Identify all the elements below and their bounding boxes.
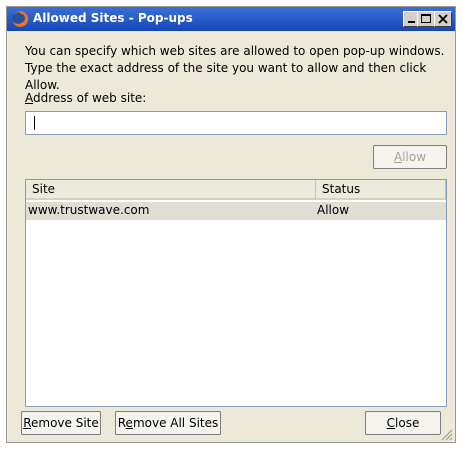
maximize-button[interactable] bbox=[417, 11, 435, 27]
remove-all-prefix: R bbox=[117, 416, 126, 430]
column-header-site[interactable]: Site bbox=[26, 180, 316, 200]
close-icon bbox=[438, 14, 448, 24]
resize-grip-icon[interactable] bbox=[441, 429, 453, 444]
table-row[interactable]: www.trustwave.com Allow bbox=[26, 202, 446, 220]
allowed-sites-dialog: Allowed Sites - Pop-ups You can specify … bbox=[6, 6, 456, 443]
allow-mnemonic: A bbox=[393, 150, 403, 164]
allow-button[interactable]: Allow bbox=[373, 145, 447, 169]
address-input[interactable] bbox=[25, 111, 447, 135]
title-bar[interactable]: Allowed Sites - Pop-ups bbox=[7, 7, 455, 31]
description-text: You can specify which web sites are allo… bbox=[25, 44, 445, 92]
close-button[interactable]: Close bbox=[365, 411, 441, 435]
window-title: Allowed Sites - Pop-ups bbox=[33, 11, 193, 25]
close-mnemonic: C bbox=[386, 416, 396, 430]
remove-all-sites-button[interactable]: Remove All Sites bbox=[115, 411, 221, 435]
address-label: Address of web site: bbox=[25, 91, 146, 105]
close-label: lose bbox=[395, 416, 420, 430]
sites-table[interactable]: Site Status www.trustwave.com Allow bbox=[25, 179, 447, 407]
allow-label: llow bbox=[402, 150, 427, 164]
column-header-status[interactable]: Status bbox=[316, 180, 446, 200]
site-cell: www.trustwave.com bbox=[28, 203, 150, 217]
maximize-icon bbox=[421, 14, 431, 23]
remove-site-button[interactable]: Remove Site bbox=[21, 411, 101, 435]
remove-all-mnemonic: e bbox=[125, 416, 133, 430]
address-label-mnemonic: A bbox=[25, 91, 33, 105]
remove-site-mnemonic: R bbox=[23, 416, 32, 430]
remove-site-label: emove Site bbox=[31, 416, 99, 430]
remove-all-label: move All Sites bbox=[132, 416, 219, 430]
close-window-button[interactable] bbox=[434, 11, 452, 27]
status-cell: Allow bbox=[317, 203, 350, 217]
firefox-icon bbox=[11, 10, 29, 28]
text-caret bbox=[34, 116, 35, 130]
address-label-text: ddress of web site: bbox=[33, 91, 147, 105]
